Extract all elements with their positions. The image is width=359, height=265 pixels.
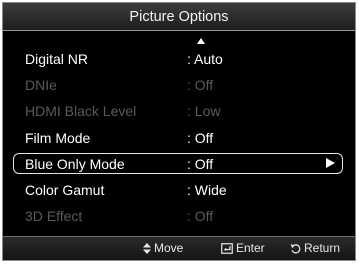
- return-icon: [290, 243, 301, 254]
- menu-item-value: : Auto: [187, 51, 223, 67]
- menu-item-label: DNIe: [25, 77, 57, 93]
- menu-item-blue-only-mode[interactable]: Blue Only Mode : Off: [13, 153, 343, 174]
- menu-item-value: : Wide: [187, 182, 227, 198]
- hint-return-label: Return: [304, 241, 341, 255]
- hint-enter[interactable]: Enter: [221, 241, 265, 255]
- menu-item-3d-effect: 3D Effect : Off: [13, 205, 343, 226]
- menu-item-color-gamut[interactable]: Color Gamut : Wide: [13, 179, 343, 200]
- menu-item-label: 3D Effect: [25, 208, 83, 224]
- hint-enter-label: Enter: [236, 241, 265, 255]
- hint-move-label: Move: [154, 241, 184, 255]
- menu-item-value: : Off: [187, 156, 214, 172]
- enter-icon: [221, 242, 233, 254]
- hint-move[interactable]: Move: [143, 241, 183, 255]
- menu-item-label: Film Mode: [25, 130, 91, 146]
- hint-return[interactable]: Return: [290, 241, 340, 255]
- menu-item-label: Digital NR: [25, 51, 89, 67]
- title-bar: Picture Options: [3, 3, 355, 31]
- menu-item-value: : Low: [187, 103, 221, 119]
- footer-hints: Move Enter Return: [3, 236, 355, 260]
- menu-item-label: HDMI Black Level: [25, 103, 137, 119]
- menu-item-value: : Off: [187, 77, 214, 93]
- menu-item-value: : Off: [187, 130, 214, 146]
- picture-options-window: Picture Options Digital NR : Auto DNIe :…: [2, 2, 356, 261]
- window-title: Picture Options: [129, 8, 229, 25]
- menu-item-label: Color Gamut: [25, 182, 105, 198]
- menu-item-dnie: DNIe : Off: [13, 74, 343, 95]
- options-menu: Digital NR : Auto DNIe : Off HDMI Black …: [3, 31, 355, 238]
- up-down-arrows-icon: [143, 242, 151, 254]
- menu-item-label: Blue Only Mode: [25, 156, 125, 172]
- scroll-up-arrow-icon[interactable]: [197, 38, 205, 44]
- menu-item-hdmi-black-level: HDMI Black Level : Low: [13, 100, 343, 121]
- menu-item-film-mode[interactable]: Film Mode : Off: [13, 127, 343, 148]
- menu-item-value: : Off: [187, 208, 214, 224]
- menu-item-digital-nr[interactable]: Digital NR : Auto: [13, 48, 343, 69]
- submenu-arrow-icon[interactable]: [326, 158, 335, 168]
